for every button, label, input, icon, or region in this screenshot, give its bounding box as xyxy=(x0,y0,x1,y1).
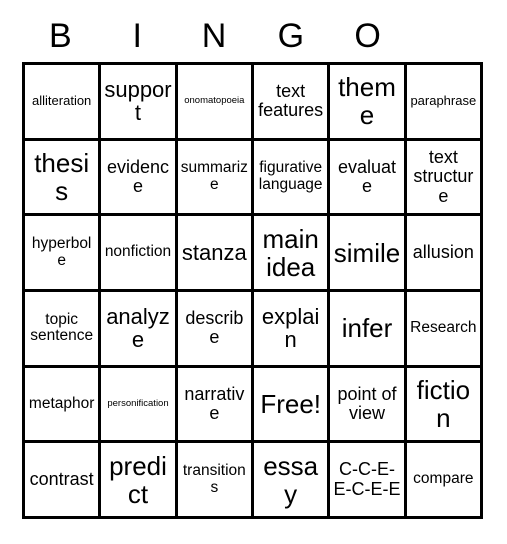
bingo-cell-label: text features xyxy=(258,80,324,121)
bingo-cell[interactable]: contrast xyxy=(25,443,102,519)
bingo-cell[interactable]: thesis xyxy=(25,140,102,217)
bingo-cell[interactable]: text features xyxy=(254,65,331,141)
bingo-cell[interactable]: C-C-E-E-C-E-E xyxy=(330,443,407,519)
bingo-cell-label: topic sentence xyxy=(30,310,94,345)
bingo-cell-label: predict xyxy=(109,450,167,509)
bingo-cell-label: narrative xyxy=(184,383,245,423)
bingo-cell-label: support xyxy=(104,76,172,126)
bingo-cell-label: point of view xyxy=(337,383,397,423)
bingo-header-letter-b: B xyxy=(49,17,72,55)
bingo-cell[interactable]: figurative language xyxy=(254,140,331,217)
bingo-header-letter-g: G xyxy=(277,17,305,55)
bingo-cell-label: compare xyxy=(413,470,474,488)
bingo-cell-label: text structure xyxy=(413,146,474,206)
bingo-card: B I N G O alliteration support onomatopoei… xyxy=(0,0,507,544)
bingo-cell-label: infer xyxy=(341,313,393,344)
bingo-cell-label: fiction xyxy=(416,374,471,433)
bingo-cell-label: personification xyxy=(107,397,169,409)
bingo-cell-label: paraphrase xyxy=(410,93,477,109)
bingo-cell-label: hyperbole xyxy=(31,234,92,269)
bingo-cell[interactable]: theme xyxy=(330,65,407,141)
bingo-cell[interactable]: personification xyxy=(101,367,178,444)
bingo-cell-free-space[interactable]: Free! xyxy=(254,367,331,444)
bingo-cell[interactable]: metaphor xyxy=(25,367,102,444)
bingo-cell[interactable]: evidence xyxy=(101,140,178,217)
bingo-cell[interactable]: text structure xyxy=(406,140,483,217)
bingo-cell-label: nonfiction xyxy=(104,243,172,261)
bingo-cell-label: thesis xyxy=(34,147,90,206)
bingo-cell-label: onomatopoeia xyxy=(184,95,245,107)
bingo-cell[interactable]: infer xyxy=(330,291,407,368)
bingo-cell-label: alliteration xyxy=(32,93,92,109)
bingo-cell[interactable]: predict xyxy=(101,443,178,519)
bingo-cell[interactable]: stanza xyxy=(177,216,254,292)
bingo-cell-label: simile xyxy=(333,237,401,268)
bingo-cell[interactable]: hyperbole xyxy=(25,216,102,292)
bingo-grid: alliteration support onomatopoeia text feat… xyxy=(22,62,483,519)
bingo-cell[interactable]: describe xyxy=(177,291,254,368)
bingo-cell[interactable]: essay xyxy=(254,443,331,519)
bingo-cell[interactable]: onomatopoeia xyxy=(177,65,254,141)
bingo-cell-label: analyze xyxy=(106,303,170,353)
bingo-cell[interactable]: summarize xyxy=(177,140,254,217)
bingo-cell[interactable]: paraphrase xyxy=(406,65,483,141)
bingo-cell[interactable]: explain xyxy=(254,291,331,368)
bingo-cell-label: main idea xyxy=(262,223,319,282)
bingo-cell-label: figurative language xyxy=(258,159,323,193)
bingo-cell-label: describe xyxy=(185,307,244,348)
bingo-cell[interactable]: evaluate xyxy=(330,140,407,217)
bingo-header-letter-n: N xyxy=(201,17,227,55)
bingo-cell-label: theme xyxy=(338,72,396,131)
bingo-cell-label: Research xyxy=(410,318,477,336)
bingo-cell-label: summarize xyxy=(180,159,248,193)
bingo-cell-label: transitions xyxy=(182,461,246,496)
bingo-cell[interactable]: simile xyxy=(330,216,407,292)
bingo-cell[interactable]: narrative xyxy=(177,367,254,444)
bingo-cell-label: evidence xyxy=(106,156,170,196)
bingo-cell[interactable]: point of view xyxy=(330,367,407,444)
bingo-cell-label: metaphor xyxy=(28,394,95,412)
bingo-cell[interactable]: topic sentence xyxy=(25,291,102,368)
bingo-cell-label: allusion xyxy=(412,241,474,262)
bingo-cell-label: evaluate xyxy=(337,156,397,196)
bingo-cell[interactable]: support xyxy=(101,65,178,141)
bingo-cell[interactable]: Research xyxy=(406,291,483,368)
bingo-cell[interactable]: nonfiction xyxy=(101,216,178,292)
bingo-cell[interactable]: analyze xyxy=(101,291,178,368)
bingo-header-letter-i: I xyxy=(132,17,142,55)
bingo-cell-label: stanza xyxy=(181,239,247,265)
bingo-cell-label: Free! xyxy=(260,388,321,419)
bingo-header-letter-o: O xyxy=(354,17,381,55)
bingo-header-row: B I N G O xyxy=(22,14,406,58)
bingo-cell-label: C-C-E-E-C-E-E xyxy=(333,459,401,499)
bingo-cell[interactable]: alliteration xyxy=(25,65,102,141)
bingo-cell-label: contrast xyxy=(29,468,94,489)
bingo-cell[interactable]: transitions xyxy=(177,443,254,519)
bingo-cell-label: essay xyxy=(263,450,319,509)
bingo-cell-label: explain xyxy=(261,303,320,353)
bingo-cell[interactable]: main idea xyxy=(254,216,331,292)
bingo-cell[interactable]: fiction xyxy=(406,367,483,444)
bingo-cell[interactable]: compare xyxy=(406,443,483,519)
bingo-cell[interactable]: allusion xyxy=(406,216,483,292)
